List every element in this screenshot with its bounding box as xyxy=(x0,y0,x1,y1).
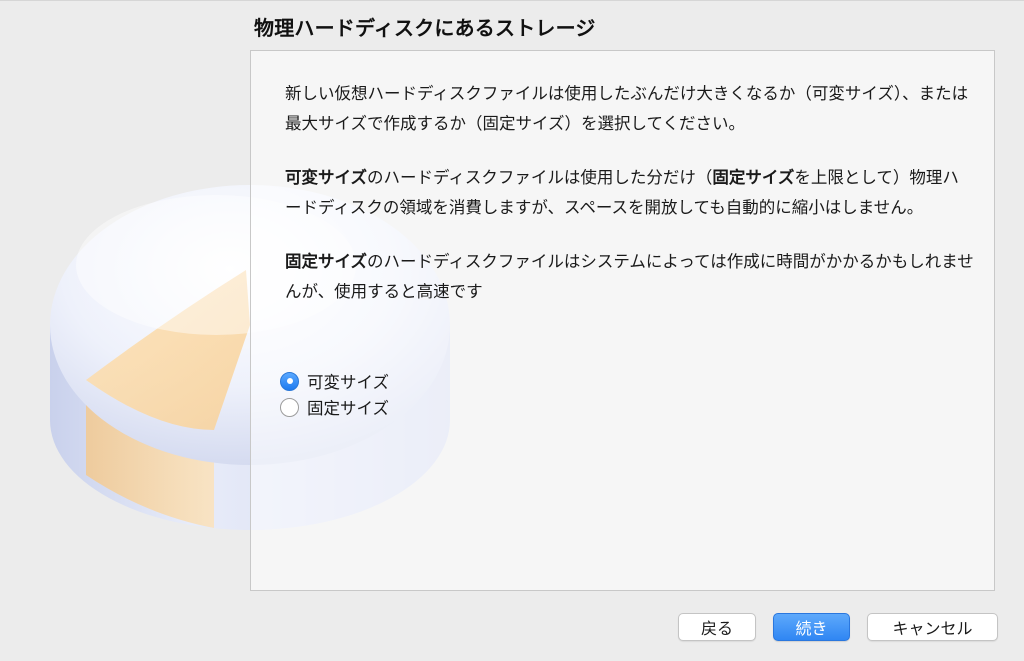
window-top-border xyxy=(0,0,1024,1)
size-type-radio-group: 可変サイズ 固定サイズ xyxy=(280,368,389,420)
radio-dynamic-label[interactable]: 可変サイズ xyxy=(307,369,389,393)
fixed-term: 固定サイズ xyxy=(285,252,368,271)
cancel-button[interactable]: キャンセル xyxy=(867,613,998,641)
back-button[interactable]: 戻る xyxy=(678,613,756,641)
dynamic-term: 可変サイズ xyxy=(285,168,368,187)
description-text: 新しい仮想ハードディスクファイルは使用したぶんだけ大きくなるか（可変サイズ）、ま… xyxy=(285,79,975,331)
radio-fixed-label[interactable]: 固定サイズ xyxy=(307,395,389,419)
radio-option-fixed[interactable]: 固定サイズ xyxy=(280,394,389,420)
fixed-paragraph: 固定サイズのハードディスクファイルはシステムによっては作成に時間がかかるかもしれ… xyxy=(285,247,975,307)
radio-dynamic[interactable] xyxy=(280,371,299,391)
radio-fixed[interactable] xyxy=(280,397,299,417)
intro-paragraph: 新しい仮想ハードディスクファイルは使用したぶんだけ大きくなるか（可変サイズ）、ま… xyxy=(285,84,969,133)
radio-option-dynamic[interactable]: 可変サイズ xyxy=(280,368,389,394)
dynamic-paragraph: 可変サイズのハードディスクファイルは使用した分だけ（固定サイズを上限として）物理… xyxy=(285,163,975,223)
page-title: 物理ハードディスクにあるストレージ xyxy=(254,16,596,40)
fixed-text: のハードディスクファイルはシステムによっては作成に時間がかかるかもしれませんが、… xyxy=(285,252,974,301)
fixed-term-inline: 固定サイズ xyxy=(712,168,795,187)
continue-button[interactable]: 続き xyxy=(773,613,850,641)
dynamic-text-a: のハードディスクファイルは使用した分だけ（ xyxy=(367,168,713,187)
content-panel: 新しい仮想ハードディスクファイルは使用したぶんだけ大きくなるか（可変サイズ）、ま… xyxy=(250,50,995,591)
